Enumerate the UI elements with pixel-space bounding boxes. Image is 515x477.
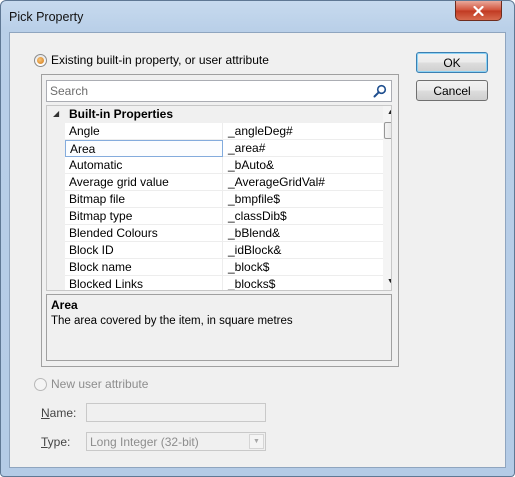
window-title: Pick Property <box>9 10 84 24</box>
existing-property-label[interactable]: Existing built-in property, or user attr… <box>51 53 269 67</box>
search-box[interactable] <box>46 80 392 102</box>
pick-property-window: Pick Property Existing built-in property… <box>0 0 515 477</box>
type-select-value: Long Integer (32-bit) <box>90 435 199 449</box>
property-value-cell[interactable]: _classDib$ <box>223 208 383 225</box>
scroll-thumb[interactable] <box>384 122 391 139</box>
property-name-cell[interactable]: Blended Colours <box>65 225 223 242</box>
property-value-cell[interactable]: _blocks$ <box>223 276 383 290</box>
property-name-cell[interactable]: Area <box>65 140 223 157</box>
property-value-cell[interactable]: _idBlock& <box>223 242 383 259</box>
scroll-down-arrow-icon[interactable]: ▼ <box>387 278 391 285</box>
ok-button[interactable]: OK <box>416 52 488 73</box>
row-gutter <box>47 123 65 140</box>
table-row[interactable]: Area _area# <box>47 140 383 157</box>
row-gutter <box>47 191 65 208</box>
name-field[interactable] <box>86 403 266 422</box>
category-label: Built-in Properties <box>69 107 174 121</box>
table-row[interactable]: Blended Colours _bBlend& <box>47 225 383 242</box>
property-value-cell[interactable]: _bmpfile$ <box>223 191 383 208</box>
row-gutter <box>47 225 65 242</box>
row-gutter <box>47 140 65 157</box>
table-row[interactable]: Bitmap file _bmpfile$ <box>47 191 383 208</box>
new-attribute-radio[interactable] <box>34 378 47 391</box>
row-gutter <box>47 242 65 259</box>
description-title: Area <box>51 298 78 312</box>
row-gutter <box>47 157 65 174</box>
type-label: Type: <box>41 435 71 449</box>
property-name-cell[interactable]: Bitmap file <box>65 191 223 208</box>
name-label: Name: <box>41 406 77 420</box>
property-grid[interactable]: ◢ Built-in Properties Angle _angleDeg# Are… <box>46 105 392 291</box>
table-row[interactable]: Block name _block$ <box>47 259 383 276</box>
property-name-cell[interactable]: Block name <box>65 259 223 276</box>
close-button[interactable] <box>455 1 502 21</box>
dropdown-arrow-icon[interactable]: ▼ <box>249 434 264 449</box>
property-name-cell[interactable]: Blocked Links <box>65 276 223 290</box>
property-name-cell[interactable]: Angle <box>65 123 223 140</box>
property-value-cell[interactable]: _AverageGridVal# <box>223 174 383 191</box>
property-name-cell[interactable]: Automatic <box>65 157 223 174</box>
row-gutter <box>47 208 65 225</box>
property-value-cell[interactable]: _block$ <box>223 259 383 276</box>
property-value-cell[interactable]: _bAuto& <box>223 157 383 174</box>
property-value-cell[interactable]: _bBlend& <box>223 225 383 242</box>
new-attribute-label[interactable]: New user attribute <box>51 377 148 391</box>
row-gutter <box>47 259 65 276</box>
table-row[interactable]: Average grid value _AverageGridVal# <box>47 174 383 191</box>
property-name-cell[interactable]: Bitmap type <box>65 208 223 225</box>
cancel-button[interactable]: Cancel <box>416 80 488 101</box>
collapse-triangle-icon[interactable]: ◢ <box>53 109 59 118</box>
dialog-body: Existing built-in property, or user attr… <box>9 32 506 468</box>
property-name-cell[interactable]: Average grid value <box>65 174 223 191</box>
table-row[interactable]: Bitmap type _classDib$ <box>47 208 383 225</box>
table-row[interactable]: Blocked Links _blocks$ <box>47 276 383 290</box>
property-value-cell[interactable]: _angleDeg# <box>223 123 383 140</box>
vertical-scrollbar[interactable]: ▲ ▼ <box>383 106 391 290</box>
scroll-up-arrow-icon[interactable]: ▲ <box>387 109 391 116</box>
title-bar[interactable]: Pick Property <box>1 1 514 33</box>
row-gutter <box>47 174 65 191</box>
search-input[interactable] <box>47 81 365 101</box>
existing-property-radio[interactable] <box>34 54 47 67</box>
table-row[interactable]: Automatic _bAuto& <box>47 157 383 174</box>
search-icon[interactable] <box>373 84 387 98</box>
category-row[interactable]: ◢ Built-in Properties <box>47 106 383 123</box>
description-panel: Area The area covered by the item, in sq… <box>46 294 392 361</box>
close-icon <box>473 5 484 16</box>
name-input[interactable] <box>87 404 265 421</box>
type-select[interactable]: Long Integer (32-bit) ▼ <box>86 432 266 451</box>
table-row[interactable]: Angle _angleDeg# <box>47 123 383 140</box>
property-name-cell[interactable]: Block ID <box>65 242 223 259</box>
description-text: The area covered by the item, in square … <box>51 315 293 327</box>
property-value-cell[interactable]: _area# <box>223 140 383 157</box>
table-row[interactable]: Block ID _idBlock& <box>47 242 383 259</box>
row-gutter <box>47 276 65 290</box>
